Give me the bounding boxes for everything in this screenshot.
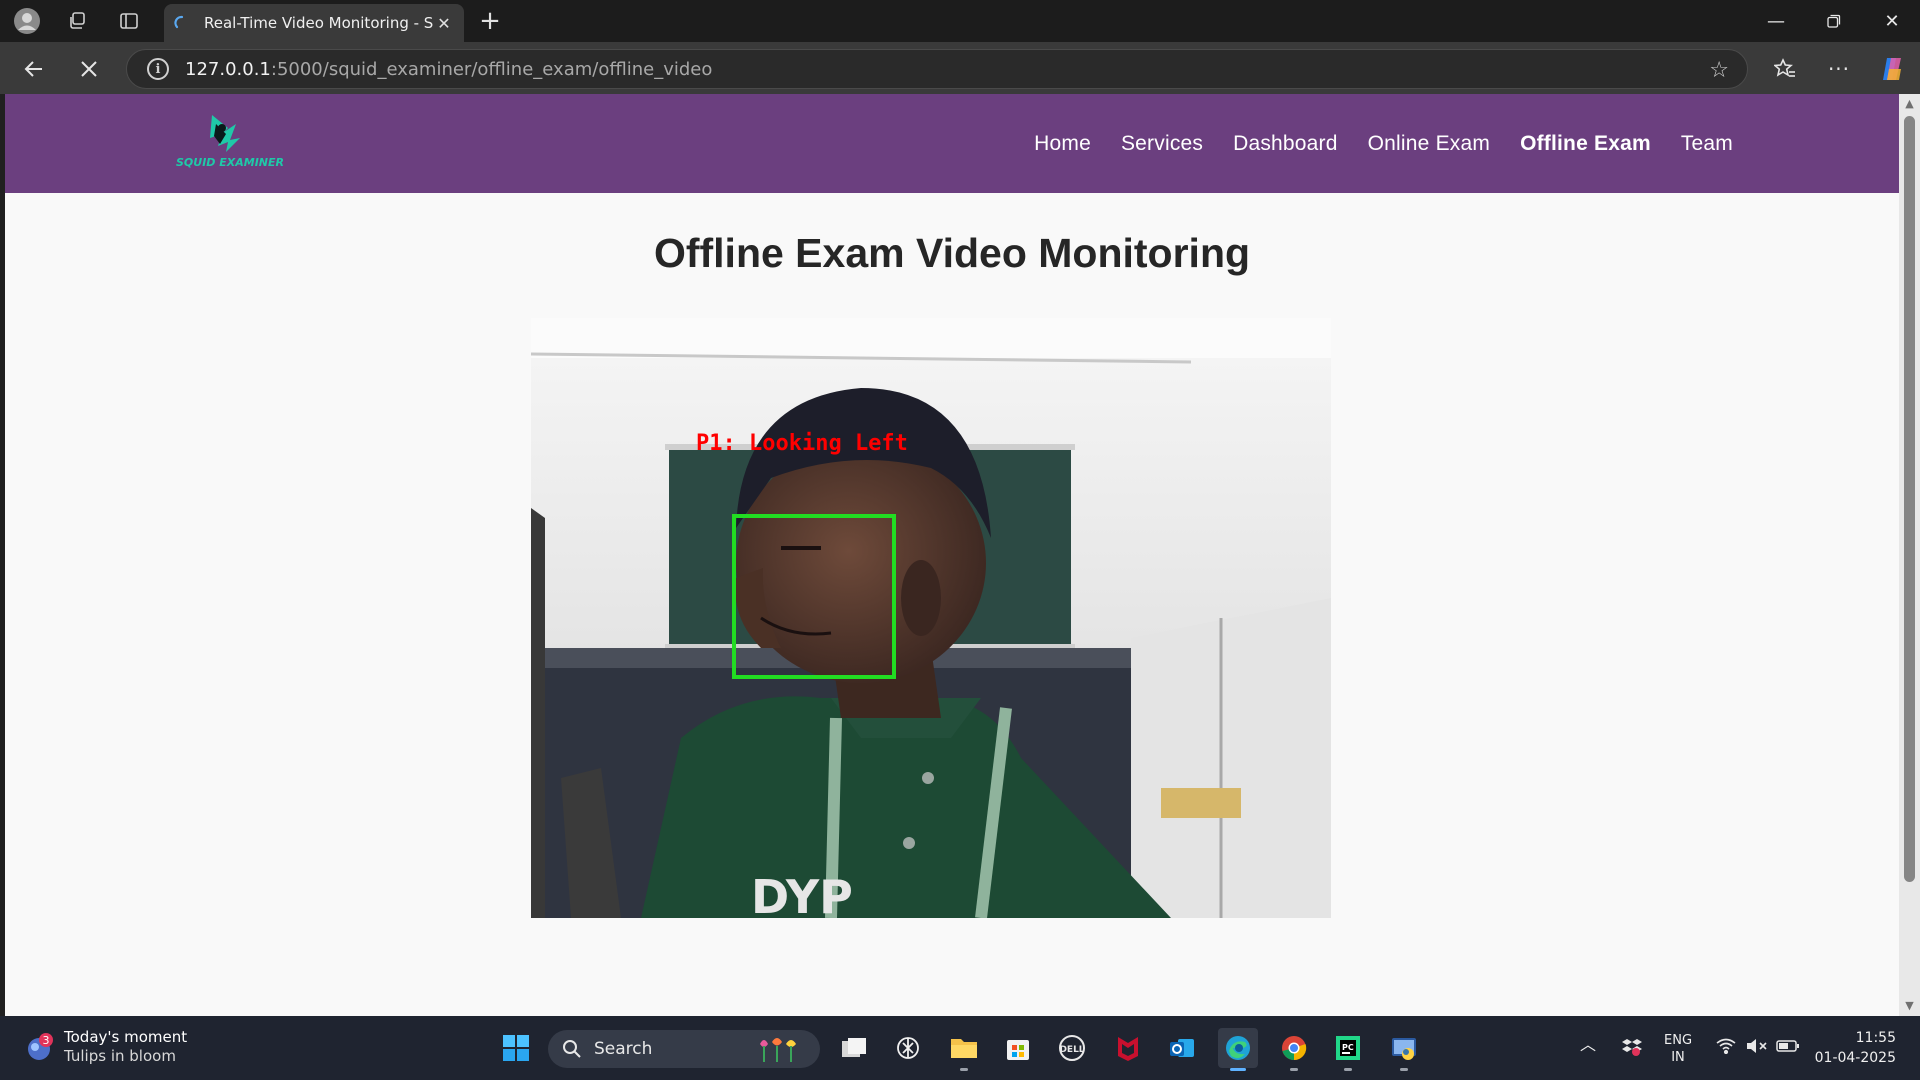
site-info-icon[interactable]: i <box>147 58 169 80</box>
profile-icon[interactable] <box>12 6 42 36</box>
site-logo[interactable]: SQUID EXAMINER <box>170 110 290 174</box>
nav-home[interactable]: Home <box>1034 132 1091 156</box>
show-hidden-icons[interactable]: ︿ <box>1580 1036 1596 1053</box>
tab-active[interactable]: Real-Time Video Monitoring - Sq ✕ <box>164 4 464 42</box>
nav-services[interactable]: Services <box>1121 132 1203 156</box>
minimize-button[interactable]: — <box>1748 0 1804 42</box>
copilot-icon[interactable] <box>1876 52 1910 86</box>
svg-text:SQUID EXAMINER: SQUID EXAMINER <box>176 156 284 169</box>
system-clock[interactable]: 11:55 01-04-2025 <box>1815 1028 1896 1068</box>
python-app-icon[interactable] <box>1384 1028 1424 1071</box>
volume-muted-icon[interactable] <box>1746 1038 1768 1059</box>
video-feed: DYP P1: Looking Left <box>531 318 1331 918</box>
url-text: 127.0.0.1:5000/squid_examiner/offline_ex… <box>185 58 713 80</box>
close-window-button[interactable]: ✕ <box>1864 0 1920 42</box>
svg-text:DELL: DELL <box>1059 1045 1084 1055</box>
widget-subtitle: Tulips in bloom <box>64 1047 176 1065</box>
pycharm-icon[interactable]: PC <box>1328 1028 1368 1071</box>
page-scrollbar[interactable]: ▲ ▼ <box>1899 94 1920 1016</box>
address-bar[interactable]: i 127.0.0.1:5000/squid_examiner/offline_… <box>126 49 1748 89</box>
nav-dashboard[interactable]: Dashboard <box>1233 132 1338 156</box>
restore-button[interactable] <box>1806 0 1862 42</box>
edge-icon[interactable] <box>1218 1028 1258 1071</box>
scrollbar-thumb[interactable] <box>1904 116 1915 882</box>
task-view-icon[interactable] <box>834 1028 874 1068</box>
main-nav: Home Services Dashboard Online Exam Offl… <box>1034 94 1733 193</box>
chatgpt-icon[interactable] <box>888 1028 928 1068</box>
svg-text:PC: PC <box>1342 1043 1354 1052</box>
widgets-button[interactable]: 3 Today's moment Tulips in bloom <box>24 1028 187 1066</box>
browser-titlebar: Real-Time Video Monitoring - Sq ✕ + — ✕ <box>0 0 1920 42</box>
detection-label: P1: Looking Left <box>696 431 908 456</box>
nav-offline-exam[interactable]: Offline Exam <box>1520 132 1651 156</box>
close-tab-icon[interactable]: ✕ <box>434 14 454 33</box>
favorite-star-icon[interactable]: ☆ <box>1709 58 1729 83</box>
wifi-icon[interactable] <box>1716 1038 1736 1059</box>
page-title: Offline Exam Video Monitoring <box>653 230 1251 276</box>
windows-logo-icon <box>503 1035 529 1061</box>
nav-team[interactable]: Team <box>1681 132 1733 156</box>
widget-title: Today's moment <box>64 1028 188 1046</box>
nav-online-exam[interactable]: Online Exam <box>1368 132 1490 156</box>
dell-icon[interactable]: DELL <box>1052 1028 1092 1068</box>
battery-icon[interactable] <box>1776 1038 1800 1059</box>
page-viewport: SQUID EXAMINER Home Services Dashboard O… <box>5 94 1899 1016</box>
start-button[interactable] <box>496 1028 536 1068</box>
search-icon <box>563 1040 581 1058</box>
tab-actions-icon[interactable] <box>114 6 144 36</box>
outlook-icon[interactable] <box>1162 1028 1202 1068</box>
browser-toolbar: i 127.0.0.1:5000/squid_examiner/offline_… <box>0 42 1920 94</box>
mcafee-icon[interactable] <box>1108 1028 1148 1068</box>
chrome-icon[interactable] <box>1274 1028 1314 1071</box>
scroll-up-icon[interactable]: ▲ <box>1903 98 1916 110</box>
microsoft-store-icon[interactable] <box>998 1028 1038 1068</box>
tab-title: Real-Time Video Monitoring - Sq <box>204 14 434 32</box>
favorites-icon[interactable] <box>1768 52 1802 86</box>
language-indicator[interactable]: ENG IN <box>1664 1032 1692 1066</box>
more-menu-icon[interactable]: ··· <box>1822 52 1856 86</box>
new-tab-button[interactable]: + <box>475 8 505 36</box>
back-button[interactable] <box>17 52 51 86</box>
stop-loading-button[interactable] <box>72 52 106 86</box>
loading-favicon-icon <box>174 15 184 29</box>
svg-text:3: 3 <box>43 1034 50 1047</box>
windows-taskbar: 3 Today's moment Tulips in bloom Search … <box>0 1016 1920 1080</box>
site-navbar: SQUID EXAMINER Home Services Dashboard O… <box>5 94 1899 193</box>
widgets-icon: 3 <box>28 1033 53 1060</box>
dropbox-icon[interactable] <box>1622 1038 1642 1061</box>
tulips-icon <box>760 1038 796 1062</box>
file-explorer-icon[interactable] <box>944 1028 984 1071</box>
taskbar-search[interactable]: Search <box>548 1030 820 1068</box>
workspaces-icon[interactable] <box>62 6 92 36</box>
scroll-down-icon[interactable]: ▼ <box>1903 1000 1916 1012</box>
svg-text:DYP: DYP <box>751 870 853 918</box>
